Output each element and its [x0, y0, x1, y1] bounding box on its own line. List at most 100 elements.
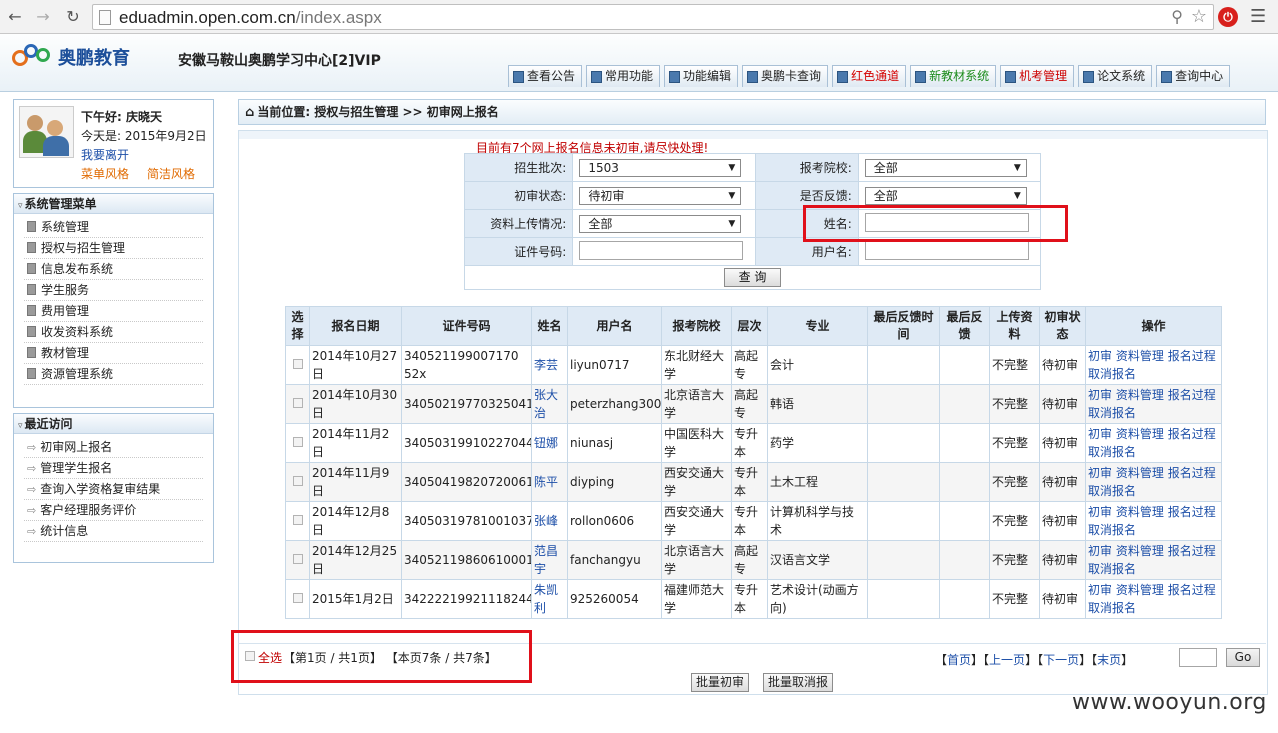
row-checkbox[interactable] — [292, 554, 303, 564]
batch-select[interactable]: 1503 ▼ — [579, 158, 742, 177]
review-link[interactable]: 初审 — [1088, 349, 1112, 363]
sidebar-item[interactable]: 费用管理 — [24, 301, 203, 322]
cancel-link[interactable]: 取消报名 — [1088, 445, 1136, 459]
cancel-link[interactable]: 取消报名 — [1088, 484, 1136, 498]
cell-actions: 初审 资料管理 报名过程 取消报名 — [1085, 462, 1222, 502]
top-tab[interactable]: 常用功能 — [586, 65, 661, 87]
docs-link[interactable]: 资料管理 — [1116, 349, 1164, 363]
row-checkbox[interactable] — [292, 515, 303, 525]
prev-page-link[interactable]: 上一页 — [989, 653, 1025, 667]
sidebar-item[interactable]: ⇨ 管理学生报名 — [24, 458, 203, 479]
cancel-link[interactable]: 取消报名 — [1088, 406, 1136, 420]
forward-icon[interactable]: → — [32, 6, 54, 28]
batch-cancel-button[interactable]: 批量取消报 — [763, 673, 834, 692]
docs-link[interactable]: 资料管理 — [1116, 544, 1164, 558]
feedback-select[interactable]: 全部 ▼ — [864, 186, 1027, 205]
cell-name[interactable]: 范昌宇 — [531, 540, 568, 580]
upload-select[interactable]: 全部 ▼ — [579, 214, 742, 233]
cell-id: 340521199007170 52x — [401, 345, 532, 385]
cell-school: 西安交通大学 — [661, 501, 732, 541]
process-link[interactable]: 报名过程 — [1168, 583, 1216, 597]
system-menu-title[interactable]: ▿ 系统管理菜单 — [14, 194, 213, 214]
batch-approve-button[interactable]: 批量初审 — [691, 673, 750, 692]
cell-name[interactable]: 钮娜 — [531, 423, 568, 463]
cancel-link[interactable]: 取消报名 — [1088, 601, 1136, 615]
process-link[interactable]: 报名过程 — [1168, 466, 1216, 480]
sidebar-item[interactable]: 学生服务 — [24, 280, 203, 301]
top-tab[interactable]: 功能编辑 — [664, 65, 739, 87]
bookmark-star-icon[interactable]: ☆ — [1191, 6, 1207, 27]
top-tab[interactable]: 新教材系统 — [910, 65, 997, 87]
review-link[interactable]: 初审 — [1088, 505, 1112, 519]
cell-fb — [939, 345, 990, 385]
cell-name[interactable]: 李芸 — [531, 345, 568, 385]
process-link[interactable]: 报名过程 — [1168, 505, 1216, 519]
school-select[interactable]: 全部 ▼ — [864, 158, 1027, 177]
sidebar-item[interactable]: 系统管理 — [24, 217, 203, 238]
docs-link[interactable]: 资料管理 — [1116, 466, 1164, 480]
review-link[interactable]: 初审 — [1088, 388, 1112, 402]
sidebar-item[interactable]: ⇨ 查询入学资格复审结果 — [24, 479, 203, 500]
row-checkbox[interactable] — [292, 398, 303, 408]
menu-style-link[interactable]: 菜单风格 — [81, 165, 129, 182]
row-checkbox[interactable] — [292, 593, 303, 603]
row-checkbox[interactable] — [292, 359, 303, 369]
extension-icon[interactable]: ⏻ — [1218, 7, 1238, 27]
cancel-link[interactable]: 取消报名 — [1088, 562, 1136, 576]
cancel-link[interactable]: 取消报名 — [1088, 367, 1136, 381]
recent-title[interactable]: ▿ 最近访问 — [14, 414, 213, 434]
top-tab[interactable]: 查看公告 — [508, 65, 583, 87]
zoom-icon[interactable]: ⚲ — [1171, 7, 1183, 26]
go-button[interactable]: Go — [1226, 648, 1260, 667]
back-icon[interactable]: ← — [4, 6, 26, 28]
sidebar-item[interactable]: 资源管理系统 — [24, 364, 203, 385]
sidebar-item[interactable]: 授权与招生管理 — [24, 238, 203, 259]
first-page-link[interactable]: 首页 — [947, 653, 971, 667]
top-tab[interactable]: 奥鹏卡查询 — [742, 65, 829, 87]
top-tab[interactable]: 查询中心 — [1156, 65, 1231, 87]
address-bar[interactable]: eduadmin.open.com.cn/index.aspx ⚲ ☆ — [92, 4, 1214, 30]
cancel-link[interactable]: 取消报名 — [1088, 523, 1136, 537]
review-link[interactable]: 初审 — [1088, 583, 1112, 597]
sidebar-item[interactable]: 收发资料系统 — [24, 322, 203, 343]
process-link[interactable]: 报名过程 — [1168, 349, 1216, 363]
sidebar-item[interactable]: ⇨ 客户经理服务评价 — [24, 500, 203, 521]
process-link[interactable]: 报名过程 — [1168, 388, 1216, 402]
next-page-link[interactable]: 下一页 — [1043, 653, 1079, 667]
browser-menu-icon[interactable]: ☰ — [1250, 6, 1266, 27]
top-tab[interactable]: 机考管理 — [1000, 65, 1075, 87]
status-select[interactable]: 待初审 ▼ — [579, 186, 742, 205]
process-link[interactable]: 报名过程 — [1168, 427, 1216, 441]
review-link[interactable]: 初审 — [1088, 544, 1112, 558]
docs-link[interactable]: 资料管理 — [1116, 388, 1164, 402]
document-icon — [27, 368, 36, 379]
last-page-link[interactable]: 末页 — [1097, 653, 1121, 667]
docs-link[interactable]: 资料管理 — [1116, 427, 1164, 441]
cell-name[interactable]: 张大治 — [531, 384, 568, 424]
goto-page-input[interactable] — [1179, 648, 1217, 667]
query-button[interactable]: 查 询 — [723, 268, 782, 287]
sidebar-item[interactable]: ⇨ 统计信息 — [24, 521, 203, 542]
row-checkbox[interactable] — [292, 476, 303, 486]
username-input[interactable] — [864, 240, 1029, 260]
sidebar-item[interactable]: ⇨ 初审网上报名 — [24, 437, 203, 458]
docs-link[interactable]: 资料管理 — [1116, 505, 1164, 519]
simple-style-link[interactable]: 简洁风格 — [147, 165, 195, 182]
document-icon — [27, 305, 36, 316]
top-tab[interactable]: 红色通道 — [832, 65, 907, 87]
row-checkbox[interactable] — [292, 437, 303, 447]
top-tab[interactable]: 论文系统 — [1078, 65, 1153, 87]
id-number-input[interactable] — [579, 240, 744, 260]
sidebar-item[interactable]: 信息发布系统 — [24, 259, 203, 280]
cell-name[interactable]: 朱凯利 — [531, 579, 568, 619]
table-row: 2014年10月30日 340502197703250410 张大治 peterzha… — [285, 384, 1222, 424]
logout-link[interactable]: 我要离开 — [81, 146, 129, 163]
process-link[interactable]: 报名过程 — [1168, 544, 1216, 558]
review-link[interactable]: 初审 — [1088, 427, 1112, 441]
sidebar-item[interactable]: 教材管理 — [24, 343, 203, 364]
docs-link[interactable]: 资料管理 — [1116, 583, 1164, 597]
cell-name[interactable]: 陈平 — [531, 462, 568, 502]
cell-name[interactable]: 张峰 — [531, 501, 568, 541]
reload-icon[interactable]: ↻ — [62, 6, 84, 28]
review-link[interactable]: 初审 — [1088, 466, 1112, 480]
